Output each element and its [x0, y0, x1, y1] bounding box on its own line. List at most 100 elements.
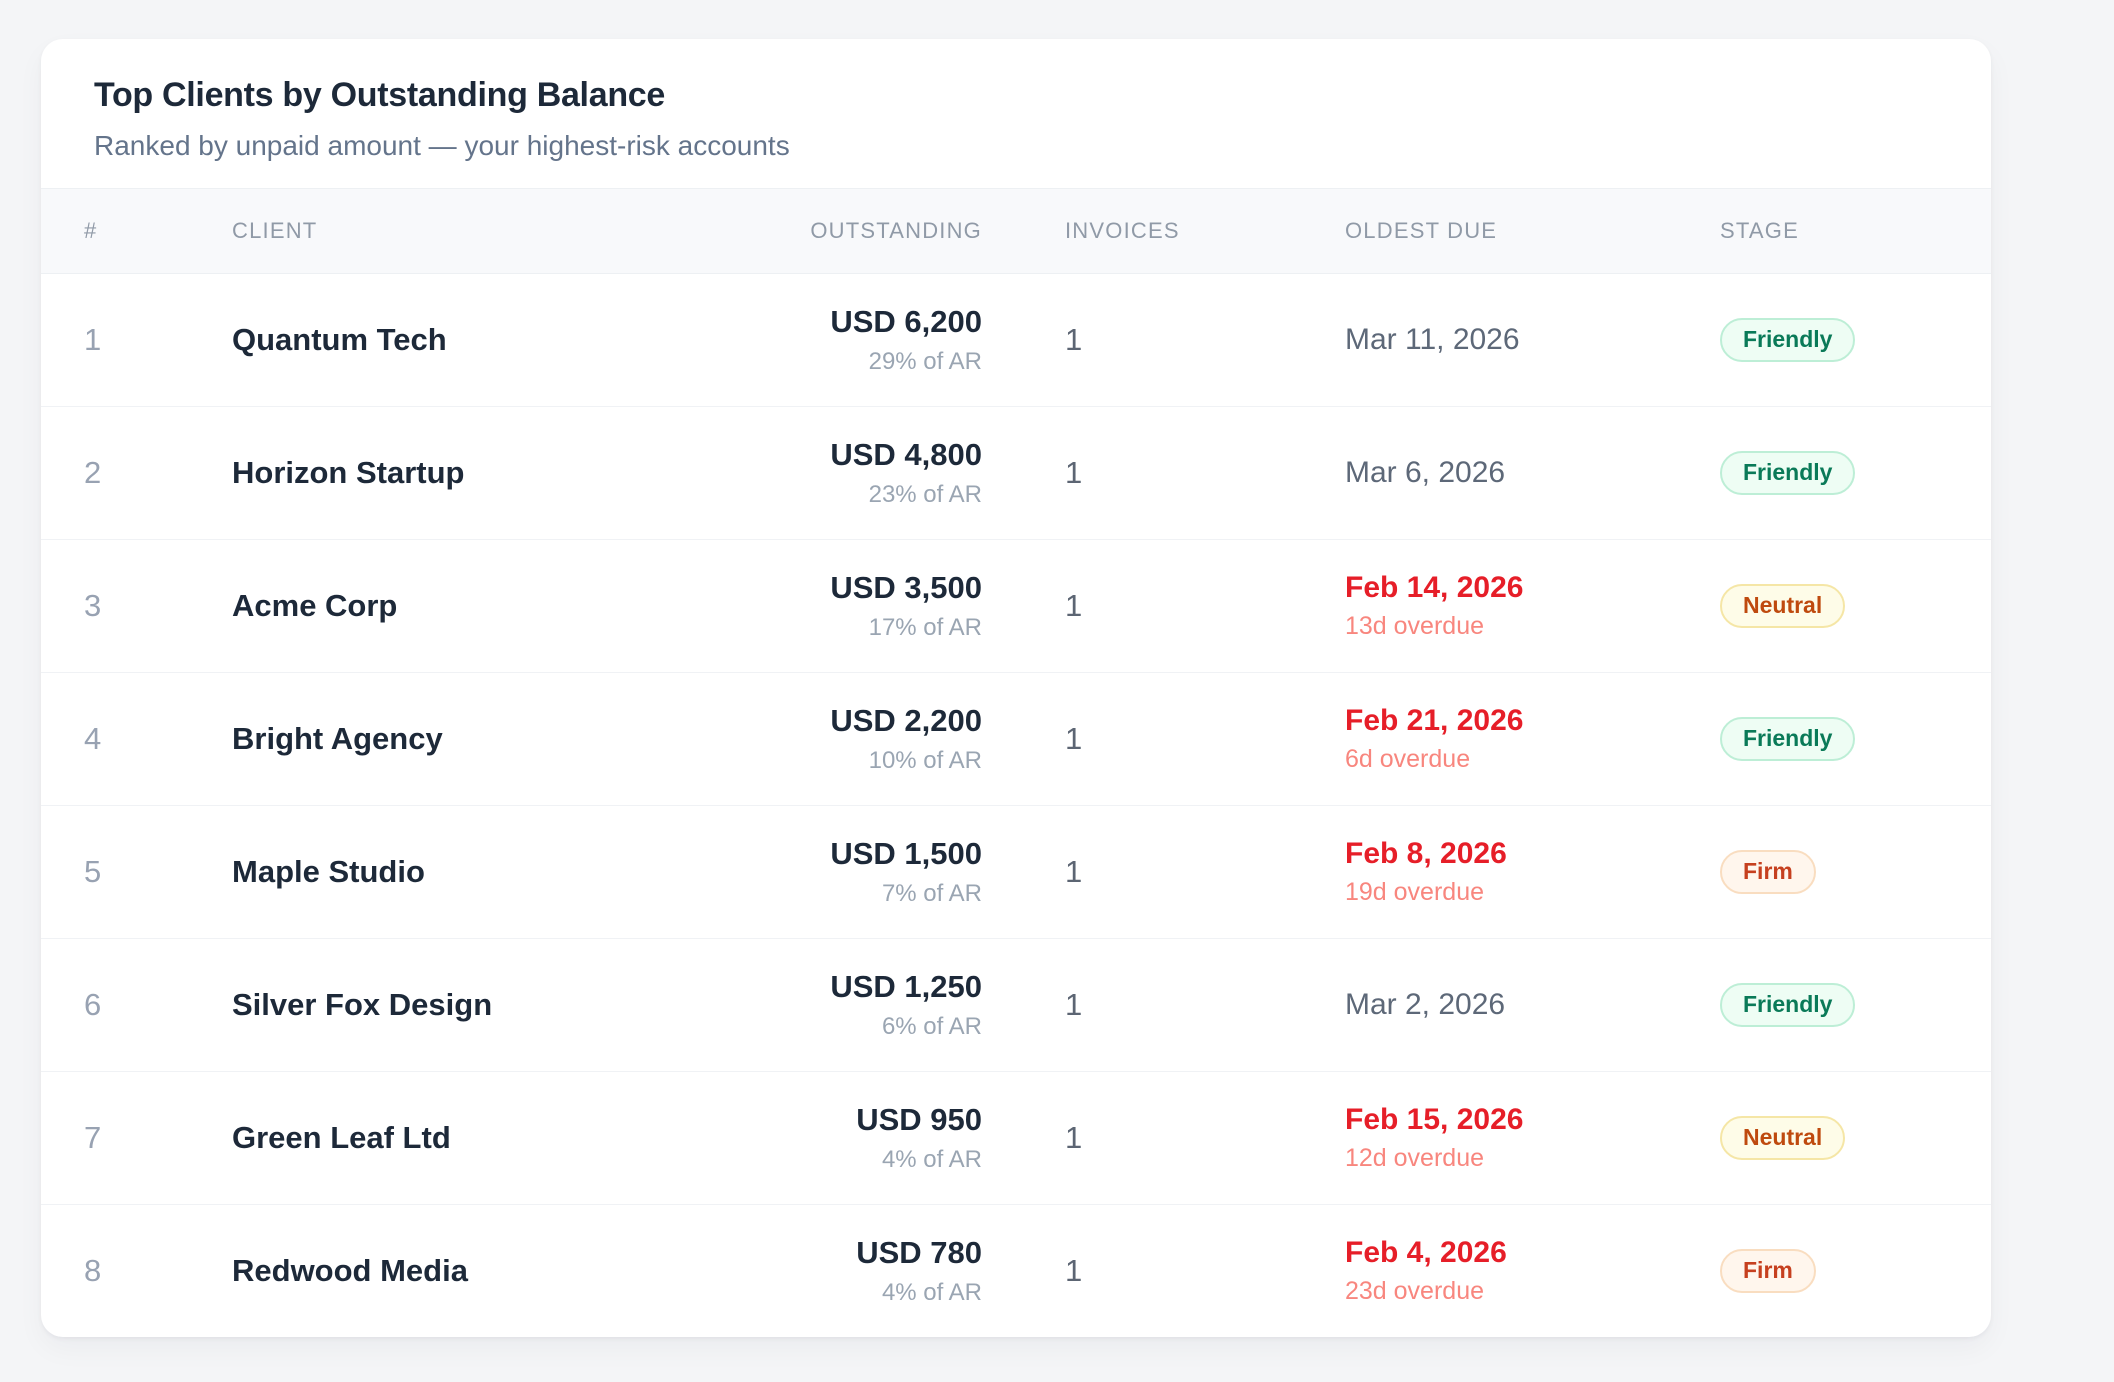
stage-badge: Friendly — [1720, 983, 1855, 1027]
col-header-oldest-due: OLDEST DUE — [1345, 189, 1720, 274]
table-row: 5 Maple Studio USD 1,500 7% of AR 1 Feb … — [41, 806, 1991, 939]
stage-badge: Friendly — [1720, 318, 1855, 362]
oldest-due-cell: Mar 11, 2026 — [1345, 274, 1720, 407]
due-block: Feb 21, 2026 6d overdue — [1345, 704, 1720, 774]
outstanding-percent-of-ar: 4% of AR — [691, 1146, 982, 1174]
table-row: 7 Green Leaf Ltd USD 950 4% of AR 1 Feb … — [41, 1072, 1991, 1205]
stage-badge: Neutral — [1720, 1116, 1845, 1160]
stage-badge: Firm — [1720, 1249, 1816, 1293]
due-date: Feb 14, 2026 — [1345, 571, 1720, 605]
stage-cell: Neutral — [1720, 540, 1991, 673]
due-block: Mar 6, 2026 — [1345, 456, 1720, 490]
oldest-due-cell: Mar 6, 2026 — [1345, 407, 1720, 540]
col-header-rank: # — [41, 189, 232, 274]
oldest-due-cell: Feb 14, 2026 13d overdue — [1345, 540, 1720, 673]
stage-cell: Firm — [1720, 806, 1991, 939]
rank-number: 7 — [41, 1072, 232, 1205]
table-row: 1 Quantum Tech USD 6,200 29% of AR 1 Mar… — [41, 274, 1991, 407]
invoices-count: 1 — [982, 407, 1345, 540]
overdue-label: 19d overdue — [1345, 878, 1720, 907]
stage-cell: Friendly — [1720, 939, 1991, 1072]
oldest-due-cell: Mar 2, 2026 — [1345, 939, 1720, 1072]
outstanding-cell: USD 4,800 23% of AR — [691, 407, 982, 540]
outstanding-cell: USD 1,500 7% of AR — [691, 806, 982, 939]
table-row: 8 Redwood Media USD 780 4% of AR 1 Feb 4… — [41, 1205, 1991, 1338]
outstanding-cell: USD 3,500 17% of AR — [691, 540, 982, 673]
due-date: Feb 21, 2026 — [1345, 704, 1720, 738]
outstanding-amount: USD 4,800 — [691, 437, 982, 473]
outstanding-cell: USD 950 4% of AR — [691, 1072, 982, 1205]
rank-number: 1 — [41, 274, 232, 407]
outstanding-amount: USD 1,250 — [691, 969, 982, 1005]
due-date: Feb 15, 2026 — [1345, 1103, 1720, 1137]
invoices-count: 1 — [982, 274, 1345, 407]
stage-cell: Friendly — [1720, 673, 1991, 806]
outstanding-amount: USD 6,200 — [691, 304, 982, 340]
due-block: Mar 11, 2026 — [1345, 323, 1720, 357]
outstanding-percent-of-ar: 6% of AR — [691, 1013, 982, 1041]
oldest-due-cell: Feb 21, 2026 6d overdue — [1345, 673, 1720, 806]
client-name: Green Leaf Ltd — [232, 1072, 691, 1205]
outstanding-cell: USD 780 4% of AR — [691, 1205, 982, 1338]
table-header-row: # CLIENT OUTSTANDING INVOICES OLDEST DUE… — [41, 189, 1991, 274]
overdue-label: 12d overdue — [1345, 1144, 1720, 1173]
card-title: Top Clients by Outstanding Balance — [94, 76, 1938, 115]
outstanding-cell: USD 2,200 10% of AR — [691, 673, 982, 806]
client-name: Horizon Startup — [232, 407, 691, 540]
rank-number: 4 — [41, 673, 232, 806]
invoices-count: 1 — [982, 1205, 1345, 1338]
overdue-label: 13d overdue — [1345, 612, 1720, 641]
stage-badge: Friendly — [1720, 451, 1855, 495]
invoices-count: 1 — [982, 1072, 1345, 1205]
due-date: Feb 8, 2026 — [1345, 837, 1720, 871]
stage-cell: Friendly — [1720, 274, 1991, 407]
table-row: 3 Acme Corp USD 3,500 17% of AR 1 Feb 14… — [41, 540, 1991, 673]
client-name: Redwood Media — [232, 1205, 691, 1338]
outstanding-percent-of-ar: 4% of AR — [691, 1279, 982, 1307]
col-header-client: CLIENT — [232, 189, 691, 274]
client-name: Quantum Tech — [232, 274, 691, 407]
stage-badge: Friendly — [1720, 717, 1855, 761]
client-name: Acme Corp — [232, 540, 691, 673]
rank-number: 5 — [41, 806, 232, 939]
outstanding-amount: USD 3,500 — [691, 570, 982, 606]
invoices-count: 1 — [982, 540, 1345, 673]
table-row: 2 Horizon Startup USD 4,800 23% of AR 1 … — [41, 407, 1991, 540]
oldest-due-cell: Feb 8, 2026 19d overdue — [1345, 806, 1720, 939]
table-row: 6 Silver Fox Design USD 1,250 6% of AR 1… — [41, 939, 1991, 1072]
card-header: Top Clients by Outstanding Balance Ranke… — [41, 39, 1991, 188]
rank-number: 2 — [41, 407, 232, 540]
outstanding-amount: USD 950 — [691, 1102, 982, 1138]
outstanding-percent-of-ar: 23% of AR — [691, 481, 982, 509]
page: { "card": { "title": "Top Clients by Out… — [0, 0, 2114, 1382]
due-date: Mar 6, 2026 — [1345, 456, 1720, 490]
stage-badge: Neutral — [1720, 584, 1845, 628]
outstanding-percent-of-ar: 7% of AR — [691, 880, 982, 908]
table-row: 4 Bright Agency USD 2,200 10% of AR 1 Fe… — [41, 673, 1991, 806]
oldest-due-cell: Feb 15, 2026 12d overdue — [1345, 1072, 1720, 1205]
client-name: Maple Studio — [232, 806, 691, 939]
due-date: Mar 2, 2026 — [1345, 988, 1720, 1022]
rank-number: 6 — [41, 939, 232, 1072]
outstanding-amount: USD 780 — [691, 1235, 982, 1271]
stage-cell: Firm — [1720, 1205, 1991, 1338]
due-block: Feb 8, 2026 19d overdue — [1345, 837, 1720, 907]
due-block: Feb 15, 2026 12d overdue — [1345, 1103, 1720, 1173]
due-block: Mar 2, 2026 — [1345, 988, 1720, 1022]
outstanding-cell: USD 1,250 6% of AR — [691, 939, 982, 1072]
overdue-label: 23d overdue — [1345, 1277, 1720, 1306]
outstanding-amount: USD 2,200 — [691, 703, 982, 739]
outstanding-percent-of-ar: 17% of AR — [691, 614, 982, 642]
client-name: Silver Fox Design — [232, 939, 691, 1072]
invoices-count: 1 — [982, 806, 1345, 939]
col-header-invoices: INVOICES — [982, 189, 1345, 274]
due-block: Feb 4, 2026 23d overdue — [1345, 1236, 1720, 1306]
invoices-count: 1 — [982, 939, 1345, 1072]
stage-cell: Friendly — [1720, 407, 1991, 540]
card-subtitle: Ranked by unpaid amount — your highest-r… — [94, 130, 1938, 162]
due-date: Feb 4, 2026 — [1345, 1236, 1720, 1270]
outstanding-amount: USD 1,500 — [691, 836, 982, 872]
stage-badge: Firm — [1720, 850, 1816, 894]
invoices-count: 1 — [982, 673, 1345, 806]
top-clients-card: Top Clients by Outstanding Balance Ranke… — [41, 39, 1991, 1337]
